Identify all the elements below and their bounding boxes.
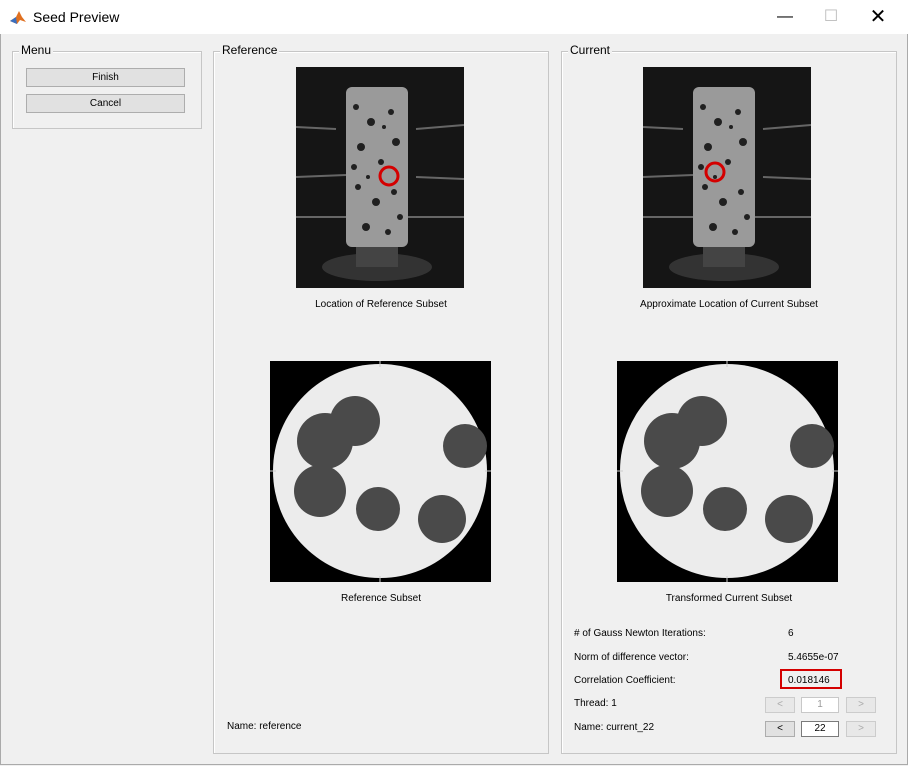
menu-panel: Menu Finish Cancel [12, 43, 202, 129]
reference-location-image [296, 67, 464, 288]
current-name-label: Name: current_22 [574, 722, 655, 733]
norm-value: 5.4655e-07 [788, 652, 839, 663]
current-location-caption: Approximate Location of Current Subset [640, 299, 818, 310]
current-subset-image [617, 361, 838, 582]
name-field[interactable]: 22 [801, 721, 839, 737]
thread-next-button[interactable]: > [846, 697, 876, 713]
title-bar: Seed Preview — ☐ ✕ [0, 0, 908, 34]
name-next-button[interactable]: > [846, 721, 876, 737]
current-location-image [643, 67, 811, 288]
name-prev-button[interactable]: < [765, 721, 795, 737]
close-button[interactable]: ✕ [855, 0, 901, 34]
norm-label: Norm of difference vector: [574, 652, 689, 663]
iterations-label: # of Gauss Newton Iterations: [574, 628, 706, 639]
reference-panel: Reference Location of Reference Subset R… [213, 43, 549, 754]
reference-title: Reference [220, 43, 280, 57]
reference-location-caption: Location of Reference Subset [315, 299, 447, 310]
current-subset-caption: Transformed Current Subset [665, 593, 793, 604]
thread-prev-button[interactable]: < [765, 697, 795, 713]
reference-subset-caption: Reference Subset [340, 593, 422, 604]
reference-subset-image [270, 361, 491, 582]
menu-title: Menu [19, 43, 54, 57]
matlab-icon [9, 8, 27, 26]
cancel-button[interactable]: Cancel [26, 94, 185, 113]
iterations-value: 6 [788, 628, 794, 639]
thread-field[interactable]: 1 [801, 697, 839, 713]
current-panel: Current Approximate Location of Current … [561, 43, 897, 754]
window-title: Seed Preview [33, 9, 120, 25]
thread-label: Thread: 1 [574, 698, 617, 709]
current-title: Current [568, 43, 613, 57]
correlation-value: 0.018146 [788, 675, 830, 686]
finish-button[interactable]: Finish [26, 68, 185, 87]
correlation-label: Correlation Coefficient: [574, 675, 676, 686]
maximize-button[interactable]: ☐ [808, 0, 854, 34]
reference-name-label: Name: reference [227, 721, 302, 732]
minimize-button[interactable]: — [762, 0, 808, 34]
